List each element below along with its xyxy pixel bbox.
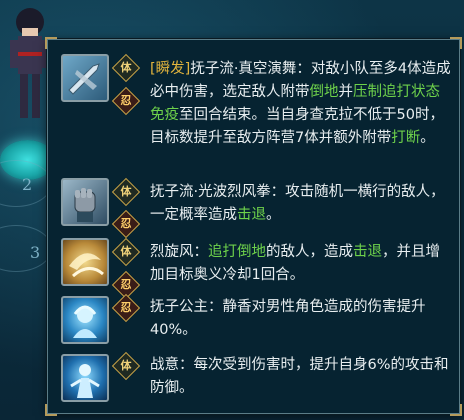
- taijutsu-badge: 体: [111, 177, 141, 207]
- skill-tooltip-panel: 体 忍 [瞬发]抚子流·真空演舞：对敌小队至多4体造成必中伤害，选定敌人附带倒地…: [45, 37, 462, 416]
- skill-description: 抚子公主：静香对男性角色造成的伤害提升40%。: [150, 299, 426, 338]
- slot-number-2[interactable]: 2: [22, 175, 32, 194]
- ninjutsu-badge: 忍: [111, 86, 141, 116]
- ninjutsu-badge: 忍: [111, 293, 141, 323]
- kunai-skill-icon[interactable]: [61, 54, 109, 102]
- panel-corner: [450, 37, 462, 49]
- ninjutsu-badge: 忍: [111, 209, 141, 239]
- taijutsu-badge: 体: [111, 53, 141, 83]
- skill-description: 烈旋风：追打倒地的敌人，造成击退，并且增加目标奥义冷却1回合。: [150, 244, 440, 283]
- panel-corner: [45, 404, 57, 416]
- whirlwind-skill-icon[interactable]: [61, 238, 109, 286]
- slot-number-3[interactable]: 3: [30, 243, 40, 262]
- skill-description: 抚子流·光波烈风拳：攻击随机一横行的敌人，一定概率造成击退。: [150, 184, 445, 223]
- taijutsu-badge: 体: [111, 351, 141, 381]
- fist-skill-icon[interactable]: [61, 178, 109, 226]
- panel-corner: [450, 404, 462, 416]
- battle-will-skill-icon[interactable]: [61, 354, 109, 402]
- skill-description: [瞬发]抚子流·真空演舞：对敌小队至多4体造成必中伤害，选定敌人附带倒地并压制追…: [150, 61, 451, 146]
- panel-corner: [45, 37, 57, 49]
- skill-description: 战意：每次受到伤害时，提升自身6%的攻击和防御。: [150, 357, 449, 396]
- taijutsu-badge: 体: [111, 237, 141, 267]
- princess-skill-icon[interactable]: [61, 296, 109, 344]
